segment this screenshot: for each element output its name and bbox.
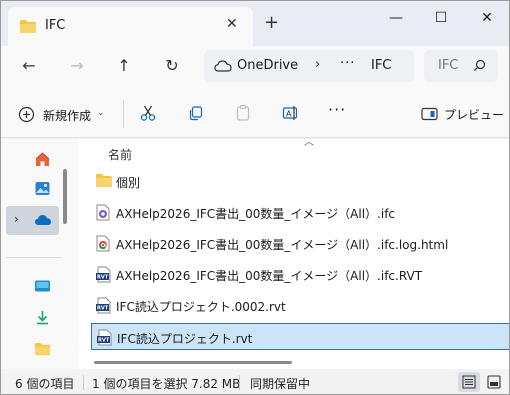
maximize-button[interactable]: ☐ — [421, 5, 461, 31]
thumbnail-view-icon — [487, 375, 501, 389]
tab-title: IFC — [45, 18, 66, 33]
tab-ifc[interactable]: IFC ✕ — [8, 7, 253, 46]
rvt-file-icon: RVT — [95, 297, 112, 317]
status-bar: 6 個の項目 1 個の項目を選択 7.82 MB 同期保留中 — [1, 369, 509, 394]
search-input[interactable]: IFC — [438, 58, 458, 73]
file-list: ︿ 名前 個別 AXHelp2026_IFC書出_00数量_イメージ（All）.… — [79, 137, 509, 369]
paste-icon[interactable] — [234, 104, 252, 125]
details-view-icon — [462, 375, 476, 389]
navigation-bar: ← → ↑ ↻ OneDrive › ··· IFC IFC — [1, 46, 509, 86]
chevron-down-icon[interactable]: ⌄ — [97, 108, 105, 118]
toolbar-divider — [123, 100, 124, 128]
desktop-icon[interactable] — [34, 279, 51, 297]
more-options-button[interactable]: ··· — [328, 100, 346, 119]
rvt-file-icon: RVT — [96, 329, 113, 349]
column-header-name[interactable]: 名前 — [108, 146, 132, 163]
close-tab-button[interactable]: ✕ — [226, 16, 238, 32]
new-button[interactable]: 新規作成 — [43, 107, 91, 124]
search-box[interactable]: IFC — [424, 50, 498, 82]
svg-text:RVT: RVT — [97, 306, 109, 312]
copy-icon[interactable] — [187, 104, 205, 125]
forward-button[interactable]: → — [65, 54, 89, 78]
plus-circle-icon[interactable] — [18, 106, 35, 126]
list-item[interactable]: 個別 — [91, 168, 509, 195]
back-button[interactable]: ← — [17, 54, 41, 78]
title-bar: IFC ✕ + — ☐ ✕ — [1, 1, 509, 46]
breadcrumb-separator[interactable]: › — [315, 57, 320, 72]
file-name: AXHelp2026_IFC書出_00数量_イメージ（All）.ifc — [116, 207, 396, 221]
details-view-button[interactable] — [458, 372, 480, 392]
selection-info: 1 個の項目を選択 7.82 MB — [92, 377, 241, 391]
status-divider — [83, 375, 84, 390]
list-item[interactable]: RVT AXHelp2026_IFC書出_00数量_イメージ（All）.ifc.… — [91, 261, 509, 288]
svg-text:A: A — [286, 110, 292, 119]
file-name: IFC読込プロジェクト.rvt — [117, 332, 253, 346]
folder-icon — [95, 173, 113, 191]
onedrive-icon[interactable] — [34, 213, 52, 229]
list-item-selected[interactable]: RVT IFC読込プロジェクト.rvt — [91, 323, 509, 350]
home-icon[interactable] — [34, 151, 51, 171]
file-name: AXHelp2026_IFC書出_00数量_イメージ（All）.ifc.RVT — [116, 269, 423, 283]
horizontal-scrollbar[interactable] — [94, 361, 292, 364]
new-tab-button[interactable]: + — [264, 14, 279, 32]
list-item[interactable]: AXHelp2026_IFC書出_00数量_イメージ（All）.ifc — [91, 199, 509, 226]
svg-text:RVT: RVT — [98, 338, 110, 344]
address-bar[interactable]: OneDrive › ··· IFC — [204, 50, 414, 82]
gallery-icon[interactable] — [34, 180, 51, 200]
preview-button[interactable]: プレビュー — [444, 106, 504, 123]
list-item[interactable]: RVT IFC読込プロジェクト.0002.rvt — [91, 292, 509, 319]
rename-icon[interactable]: A — [282, 104, 300, 125]
preview-pane-icon[interactable] — [421, 107, 438, 124]
minimize-button[interactable]: — — [376, 5, 416, 31]
refresh-button[interactable]: ↻ — [160, 54, 184, 78]
nav-pane-scrollbar[interactable] — [63, 169, 67, 224]
chevron-right-icon[interactable]: › — [14, 212, 19, 226]
close-window-button[interactable]: ✕ — [467, 5, 507, 31]
status-divider — [239, 375, 240, 390]
command-bar: 新規作成 ⌄ A ··· プレビュー — [1, 86, 509, 138]
documents-folder-icon[interactable] — [34, 342, 51, 359]
breadcrumb-overflow[interactable]: ··· — [340, 56, 355, 71]
nav-pane-divider — [6, 257, 62, 258]
item-count: 6 個の項目 — [15, 377, 75, 391]
cloud-icon — [214, 59, 232, 75]
thumbnail-view-button[interactable] — [483, 372, 505, 392]
cut-icon[interactable] — [139, 104, 157, 125]
ifc-file-icon — [95, 204, 111, 224]
sync-status: 同期保留中 — [250, 377, 311, 391]
svg-text:RVT: RVT — [97, 275, 109, 281]
chrome-html-icon — [95, 235, 111, 255]
folder-icon — [19, 19, 37, 37]
file-explorer-window: IFC ✕ + — ☐ ✕ ← → ↑ ↻ OneDrive › ··· IFC… — [0, 0, 510, 395]
downloads-icon[interactable] — [34, 309, 51, 329]
sort-ascending-icon[interactable]: ︿ — [304, 133, 314, 148]
file-name: IFC読込プロジェクト.0002.rvt — [116, 300, 286, 314]
file-name: AXHelp2026_IFC書出_00数量_イメージ（All）.ifc.log.… — [116, 238, 449, 252]
file-name: 個別 — [116, 176, 141, 190]
breadcrumb-onedrive[interactable]: OneDrive — [237, 58, 298, 73]
search-icon — [473, 59, 486, 75]
list-item[interactable]: AXHelp2026_IFC書出_00数量_イメージ（All）.ifc.log.… — [91, 230, 509, 257]
navigation-pane: › — [1, 139, 79, 369]
breadcrumb-ifc[interactable]: IFC — [371, 58, 391, 73]
up-button[interactable]: ↑ — [112, 54, 136, 78]
rvt-file-icon: RVT — [95, 266, 112, 286]
